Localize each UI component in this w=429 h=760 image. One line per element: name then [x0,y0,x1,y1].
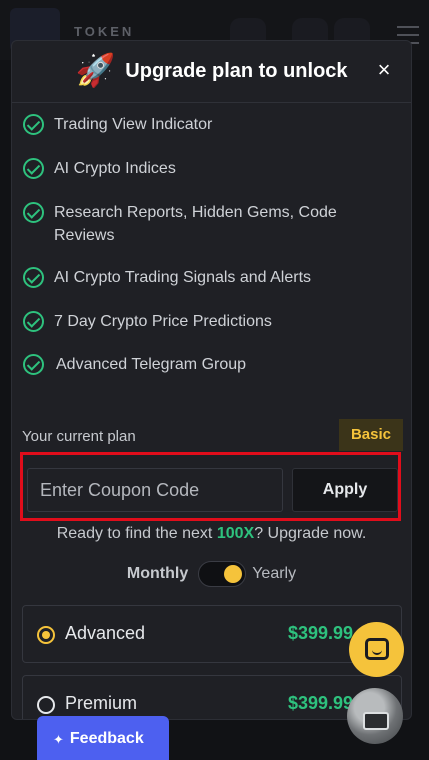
upgrade-tagline: Ready to find the next 100X? Upgrade now… [12,525,411,543]
coupon-highlight-box: Apply [20,452,401,521]
current-plan-row: Your current plan Basic [22,419,403,453]
feature-item: Advanced Telegram Group [23,353,411,397]
apply-button[interactable]: Apply [292,468,398,512]
current-plan-label: Your current plan [22,428,136,445]
plan-option-advanced[interactable]: Advanced $399.99 [22,605,402,663]
close-icon[interactable]: × [373,59,395,81]
feature-item: Trading View Indicator [23,113,411,157]
modal-header: 🚀 Upgrade plan to unlock × [12,41,411,103]
monthly-label[interactable]: Monthly [127,565,188,583]
feature-label: Advanced Telegram Group [56,356,247,373]
tagline-text-end: ? Upgrade now. [254,525,367,542]
modal-title: Upgrade plan to unlock [125,60,348,82]
tagline-highlight: 100X [216,525,255,542]
chat-support-button[interactable] [349,622,404,677]
check-circle-icon [23,114,44,135]
avatar[interactable] [347,688,403,744]
yearly-label[interactable]: Yearly [252,565,296,583]
tagline-text: Ready to find the next [56,525,217,542]
sparkle-icon: ✦ [53,732,64,747]
toggle-knob [224,565,243,583]
feature-list: Trading View Indicator AI Crypto Indices… [12,103,411,397]
chat-icon [365,638,389,660]
radio-selected-icon[interactable] [37,626,55,644]
billing-toggle-row: Monthly Yearly [12,559,411,589]
feedback-button[interactable]: ✦ Feedback [37,716,169,760]
plan-name: Advanced [65,623,146,643]
feature-label: Trading View Indicator [54,116,213,133]
check-circle-icon [23,267,44,288]
current-plan-badge: Basic [338,419,403,451]
plan-price: $399.99 [288,693,354,713]
feature-label: 7 Day Crypto Price Predictions [54,313,272,330]
feedback-label: Feedback [69,730,144,747]
check-circle-icon [23,158,44,179]
upgrade-modal: 🚀 Upgrade plan to unlock × Trading View … [11,40,412,720]
check-circle-icon [23,202,44,223]
billing-toggle[interactable] [198,561,247,587]
check-circle-icon [23,354,44,375]
feature-label: AI Crypto Trading Signals and Alerts [54,269,312,286]
feature-label: AI Crypto Indices [54,160,176,177]
radio-unselected-icon[interactable] [37,696,55,714]
plan-option-premium[interactable]: Premium $399.99 [22,675,402,719]
feature-item: AI Crypto Trading Signals and Alerts [23,266,411,310]
coupon-input[interactable] [27,468,283,512]
feature-item: AI Crypto Indices [23,157,411,201]
rocket-icon: 🚀 [75,51,116,88]
feature-item: 7 Day Crypto Price Predictions [23,310,411,353]
feature-label: Research Reports, Hidden Gems, Code Revi… [54,204,337,244]
plan-price: $399.99 [288,623,354,643]
check-circle-icon [23,311,44,332]
feature-item: Research Reports, Hidden Gems, Code Revi… [23,201,411,266]
plan-name: Premium [65,693,138,713]
